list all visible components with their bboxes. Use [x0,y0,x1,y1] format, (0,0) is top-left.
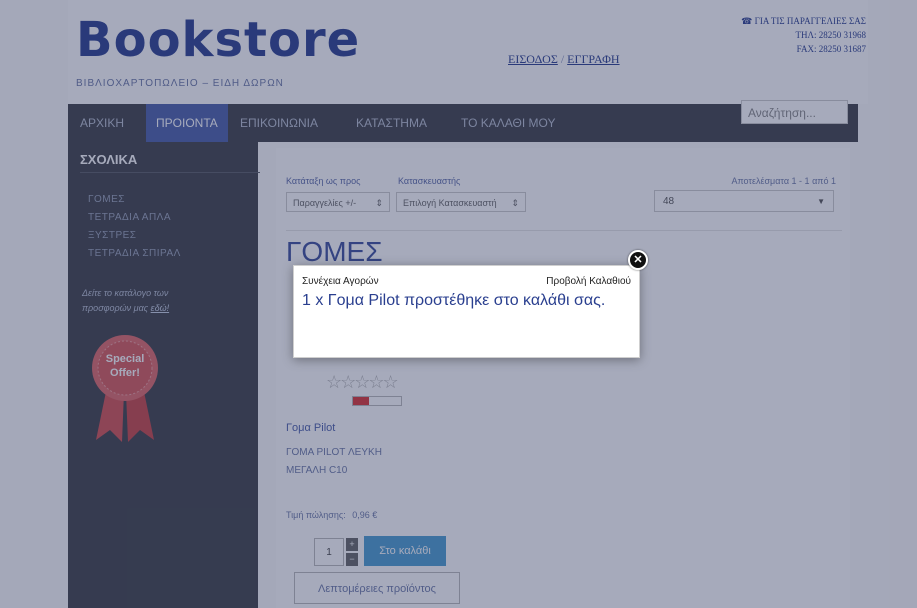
page: Bookstore ΒΙΒΛΙΟΧΑΡΤΟΠΩΛΕΙΟ – ΕΙΔΗ ΔΩΡΩΝ… [0,0,917,608]
cart-confirmation-dialog: Συνέχεια Αγορών Προβολή Καλαθιού 1 x Γομ… [293,265,640,358]
cart-confirmation-message: 1 x Γομα Pilot προστέθηκε στο καλάθι σας… [302,292,606,309]
view-cart-link[interactable]: Προβολή Καλαθιού [546,276,631,287]
close-icon[interactable]: ✕ [628,250,648,270]
continue-shopping-link[interactable]: Συνέχεια Αγορών [302,276,379,287]
